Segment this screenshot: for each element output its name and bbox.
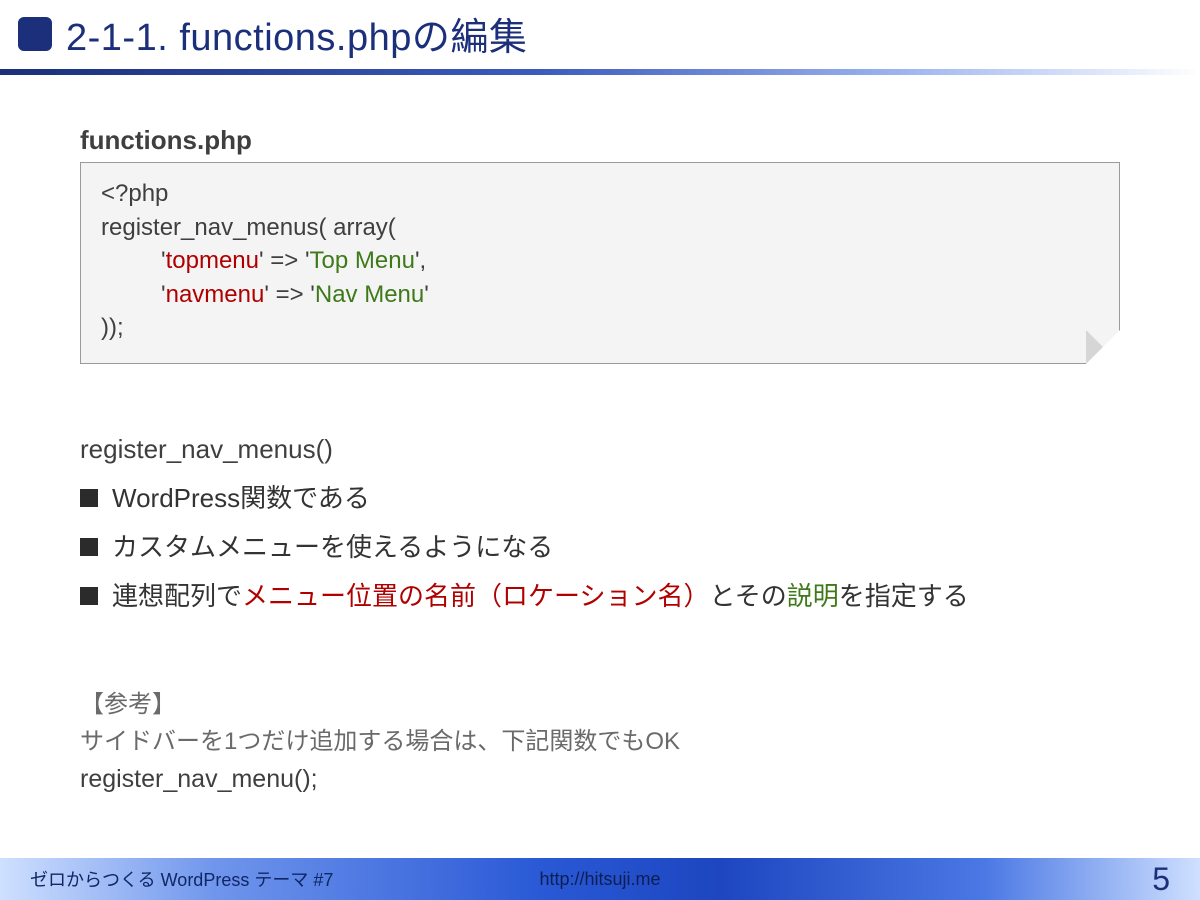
- text: 連想配列で: [112, 581, 242, 611]
- code-block: <?php register_nav_menus( array( 'topmen…: [80, 162, 1120, 364]
- code-line: <?php: [101, 177, 1099, 211]
- code-text: ',: [415, 247, 426, 274]
- reference-label: 【参考】: [80, 686, 1120, 723]
- footer-series: ゼロからつくる WordPress テーマ #7: [30, 866, 333, 892]
- reference-block: 【参考】 サイドバーを1つだけ追加する場合は、下記関数でもOK register…: [80, 686, 1120, 799]
- slide-header: 2-1-1. functions.phpの編集: [0, 0, 1200, 61]
- list-item: 連想配列でメニュー位置の名前（ロケーション名）とその説明を指定する: [80, 577, 1120, 616]
- bullet-list: WordPress関数である カスタムメニューを使えるようになる 連想配列でメニ…: [80, 479, 1120, 616]
- list-item: カスタムメニューを使えるようになる: [80, 528, 1120, 567]
- code-file-label: functions.php: [80, 125, 1120, 156]
- bullet-text: WordPress関数である: [112, 479, 370, 518]
- page-number: 5: [1152, 861, 1170, 898]
- code-line: ));: [101, 311, 1099, 345]
- code-key: navmenu: [166, 281, 265, 308]
- text: とその: [710, 581, 787, 611]
- reference-text: サイドバーを1つだけ追加する場合は、下記関数でもOK: [80, 723, 1120, 760]
- code-text: ': [424, 281, 429, 308]
- code-line: 'topmenu' => 'Top Menu',: [101, 244, 1099, 278]
- reference-function: register_nav_menu();: [80, 760, 1120, 799]
- code-key: topmenu: [166, 247, 259, 274]
- highlight-green: 説明: [787, 581, 839, 611]
- header-bullet-icon: [18, 17, 52, 51]
- code-text: ' => ': [259, 247, 310, 274]
- highlight-red: メニュー位置の名前（ロケーション名）: [242, 581, 709, 611]
- code-text: ' => ': [264, 281, 315, 308]
- code-line: register_nav_menus( array(: [101, 211, 1099, 245]
- list-item: WordPress関数である: [80, 479, 1120, 518]
- bullet-text: 連想配列でメニュー位置の名前（ロケーション名）とその説明を指定する: [112, 577, 969, 616]
- footer-url: http://hitsuji.me: [539, 869, 660, 890]
- slide-content: functions.php <?php register_nav_menus( …: [0, 75, 1200, 799]
- code-string: Nav Menu: [315, 281, 424, 308]
- bullet-text: カスタムメニューを使えるようになる: [112, 528, 553, 567]
- page-curl-icon: [1086, 330, 1120, 364]
- text: を指定する: [839, 581, 969, 611]
- code-string: Top Menu: [310, 247, 415, 274]
- slide: 2-1-1. functions.phpの編集 functions.php <?…: [0, 0, 1200, 900]
- slide-footer: ゼロからつくる WordPress テーマ #7 http://hitsuji.…: [0, 858, 1200, 900]
- slide-title: 2-1-1. functions.phpの編集: [66, 6, 527, 61]
- section-heading: register_nav_menus(): [80, 434, 1120, 465]
- code-line: 'navmenu' => 'Nav Menu': [101, 278, 1099, 312]
